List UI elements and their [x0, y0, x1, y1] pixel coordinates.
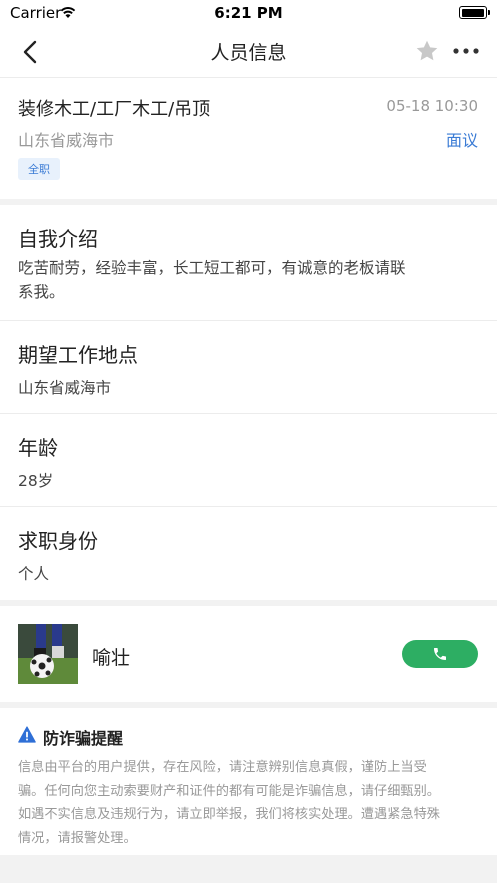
section-body: 28岁 [18, 472, 54, 490]
job-title: 装修木工/工厂木工/吊顶 [18, 99, 211, 120]
job-type-badge: 全职 [18, 158, 60, 180]
more-icon [453, 48, 479, 54]
battery-icon [459, 6, 490, 19]
warning-title: 防诈骗提醒 [43, 729, 124, 748]
more-button[interactable] [452, 40, 480, 62]
section-body-line: 吃苦耐劳，经验丰富，长工短工都可，有诚意的老板请联 [18, 259, 406, 277]
back-arrow-icon [23, 40, 37, 64]
section-title: 期望工作地点 [18, 343, 138, 367]
status-bar: Carrier 6:21 PM [0, 0, 497, 26]
warning-icon [18, 726, 36, 743]
section-title: 求职身份 [18, 529, 98, 553]
job-header: 装修木工/工厂木工/吊顶 05-18 10:30 山东省威海市 面议 全职 [0, 78, 497, 199]
phone-icon [434, 648, 446, 660]
avatar[interactable] [18, 624, 78, 684]
salary-negotiable: 面议 [445, 131, 478, 150]
warning-line: 骗。任何向您主动索要财产和证件的都有可能是诈骗信息，请仔细甄别。 [18, 783, 440, 799]
star-icon [416, 40, 438, 61]
warning-line: 如遇不实信息及违规行为，请立即举报，我们将核实处理。遭遇紧急特殊 [18, 807, 440, 822]
expected-location-section: 期望工作地点 山东省威海市 [0, 321, 497, 414]
self-intro-section: 自我介绍 吃苦耐劳，经验丰富，长工短工都可，有诚意的老板请联 系我。 [0, 205, 497, 321]
clock: 6:21 PM [214, 4, 283, 22]
fraud-warning-card: 防诈骗提醒 信息由平台的用户提供，存在风险，请注意辨别信息真假，谨防上当受 骗。… [0, 708, 497, 855]
section-body: 个人 [18, 565, 50, 583]
warning-text: 信息由平台的用户提供，存在风险，请注意辨别信息真假，谨防上当受 骗。任何向您主动… [18, 756, 478, 850]
section-body: 山东省威海市 [18, 379, 112, 397]
call-button[interactable] [402, 640, 478, 668]
job-location: 山东省威海市 [18, 131, 115, 150]
back-button[interactable] [16, 38, 46, 68]
section-body: 吃苦耐劳，经验丰富，长工短工都可，有诚意的老板请联 系我。 [18, 256, 458, 304]
nav-bar: 人员信息 [0, 26, 497, 78]
section-body-line: 系我。 [18, 283, 65, 301]
favorite-button[interactable] [414, 38, 440, 64]
section-title: 年龄 [18, 436, 58, 460]
identity-section: 求职身份 个人 [0, 507, 497, 600]
post-time: 05-18 10:30 [386, 97, 478, 115]
warning-line: 情况，请报警处理。 [18, 830, 137, 846]
contact-name: 喻壮 [92, 647, 131, 669]
avatar-image [18, 624, 78, 684]
contact-card: 喻壮 [0, 606, 497, 702]
info-card: 自我介绍 吃苦耐劳，经验丰富，长工短工都可，有诚意的老板请联 系我。 期望工作地… [0, 205, 497, 600]
warning-line: 信息由平台的用户提供，存在风险，请注意辨别信息真假，谨防上当受 [18, 760, 427, 775]
section-title: 自我介绍 [18, 227, 98, 251]
age-section: 年龄 28岁 [0, 414, 497, 507]
